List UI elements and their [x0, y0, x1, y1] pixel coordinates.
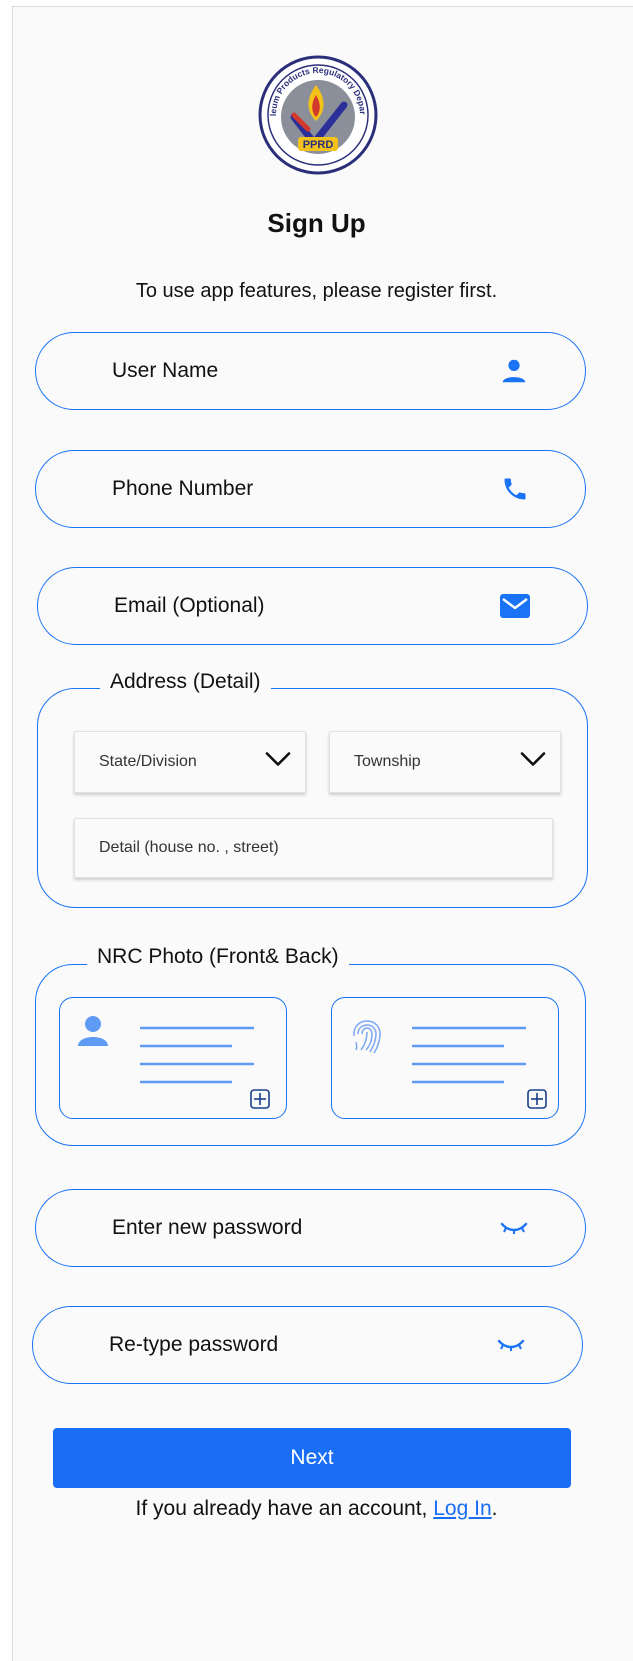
- logo-abbr: PPRD: [303, 139, 334, 151]
- township-select[interactable]: Township: [329, 731, 561, 793]
- eye-closed-icon[interactable]: [499, 1220, 529, 1236]
- id-text-lines: [412, 1026, 526, 1084]
- user-icon: [499, 356, 529, 386]
- pprd-logo: PPRD Petroleum Products Regulatory Depar…: [254, 47, 378, 175]
- phone-icon: [501, 475, 529, 503]
- add-icon: [250, 1089, 270, 1109]
- mail-icon: [499, 593, 531, 619]
- nrc-back-upload[interactable]: [331, 997, 559, 1119]
- address-detail-input[interactable]: Detail (house no. , street): [74, 818, 553, 878]
- nrc-legend: NRC Photo (Front& Back): [87, 945, 349, 969]
- address-detail-placeholder: Detail (house no. , street): [99, 839, 279, 856]
- page-title: Sign Up: [267, 208, 366, 238]
- township-placeholder: Township: [354, 753, 421, 770]
- new-password-field[interactable]: Enter new password: [35, 1189, 586, 1267]
- next-button[interactable]: Next: [53, 1428, 571, 1488]
- phone-label: Phone Number: [112, 477, 254, 500]
- id-text-lines: [140, 1026, 254, 1084]
- fingerprint-icon: [353, 1020, 381, 1054]
- username-field[interactable]: User Name: [35, 332, 586, 410]
- nrc-front-upload[interactable]: [59, 997, 287, 1119]
- login-prompt: If you already have an account, Log In.: [0, 1497, 633, 1521]
- retype-password-field[interactable]: Re-type password: [32, 1306, 583, 1384]
- new-password-label: Enter new password: [112, 1216, 303, 1239]
- login-prompt-suffix: .: [491, 1497, 498, 1520]
- chevron-down-icon: [520, 752, 546, 773]
- login-prompt-text: If you already have an account,: [135, 1497, 434, 1520]
- email-label: Email (Optional): [114, 594, 265, 617]
- add-icon: [527, 1089, 547, 1109]
- eye-closed-icon[interactable]: [496, 1337, 526, 1353]
- retype-password-label: Re-type password: [109, 1333, 279, 1356]
- state-division-placeholder: State/Division: [99, 753, 197, 770]
- email-field[interactable]: Email (Optional): [37, 567, 588, 645]
- user-icon: [78, 1016, 108, 1046]
- chevron-down-icon: [265, 752, 291, 773]
- state-division-select[interactable]: State/Division: [74, 731, 306, 793]
- username-label: User Name: [112, 359, 219, 382]
- address-legend: Address (Detail): [100, 670, 271, 694]
- page-subtitle: To use app features, please register fir…: [135, 280, 498, 302]
- phone-field[interactable]: Phone Number: [35, 450, 586, 528]
- login-link[interactable]: Log In: [433, 1497, 491, 1520]
